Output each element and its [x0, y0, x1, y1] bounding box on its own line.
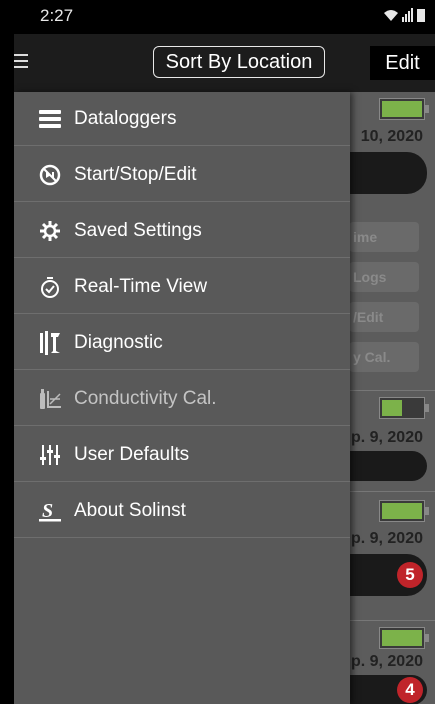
menu-item-start-stop-edit[interactable]: Start/Stop/Edit	[14, 148, 350, 202]
start-stop-icon	[38, 163, 62, 187]
menu-item-about-solinst[interactable]: S About Solinst	[14, 484, 350, 538]
battery-status-icon	[417, 9, 425, 22]
conductivity-cal-button: y Cal.	[349, 342, 419, 372]
log-date: p. 9, 2020	[350, 429, 423, 446]
edit-button[interactable]: Edit	[370, 46, 435, 80]
count-badge: 4	[397, 677, 423, 703]
menu-item-diagnostic[interactable]: Diagnostic	[14, 316, 350, 370]
gear-icon	[38, 219, 62, 243]
tools-icon	[38, 330, 62, 355]
stopwatch-icon	[38, 275, 62, 299]
sort-by-location-button[interactable]: Sort By Location	[153, 46, 325, 78]
start-stop-edit-button: /Edit	[349, 302, 419, 332]
realtime-button: ime	[349, 222, 419, 252]
menu-item-saved-settings[interactable]: Saved Settings	[14, 204, 350, 258]
status-time: 2:27	[40, 6, 74, 25]
menu-item-user-defaults[interactable]: User Defaults	[14, 428, 350, 482]
hamburger-menu-icon[interactable]	[14, 54, 28, 70]
logger-image	[342, 152, 427, 194]
menu-item-real-time-view[interactable]: Real-Time View	[14, 260, 350, 314]
log-date: p. 9, 2020	[350, 653, 423, 670]
list-icon	[38, 107, 62, 131]
menu-item-label: Saved Settings	[74, 219, 202, 241]
sliders-icon	[38, 443, 62, 467]
conductivity-icon	[38, 387, 62, 411]
battery-level-icon	[379, 627, 429, 649]
log-date: p. 9, 2020	[350, 530, 423, 547]
count-badge: 5	[397, 562, 423, 588]
menu-item-label: User Defaults	[74, 443, 190, 465]
menu-item-label: About Solinst	[74, 499, 186, 521]
battery-level-icon	[379, 98, 429, 120]
svg-text:S: S	[42, 500, 53, 522]
menu-item-label: Real-Time View	[74, 275, 208, 297]
menu-item-label: Conductivity Cal.	[74, 387, 217, 409]
battery-level-icon	[379, 500, 429, 522]
menu-item-conductivity-cal: Conductivity Cal.	[14, 372, 350, 426]
logs-button: Logs	[349, 262, 419, 292]
navigation-drawer: Dataloggers Start/Stop/Edit Saved Settin…	[14, 92, 350, 704]
logger-image	[342, 451, 427, 481]
menu-item-label: Dataloggers	[74, 107, 177, 129]
signal-icon	[402, 8, 413, 22]
status-bar: 2:27	[14, 0, 435, 34]
menu-item-label: Start/Stop/Edit	[74, 163, 197, 185]
solinst-logo-icon: S	[38, 499, 62, 523]
wifi-icon	[384, 10, 398, 21]
battery-level-icon	[379, 397, 429, 419]
app-bar: Sort By Location Edit	[14, 34, 435, 92]
menu-item-dataloggers[interactable]: Dataloggers	[14, 92, 350, 146]
phone-screen: 2:27 Sort By Location Edit 10, 2020 ime …	[14, 0, 435, 704]
status-icons	[383, 8, 425, 22]
log-date: 10, 2020	[360, 128, 423, 145]
menu-item-label: Diagnostic	[74, 331, 163, 353]
